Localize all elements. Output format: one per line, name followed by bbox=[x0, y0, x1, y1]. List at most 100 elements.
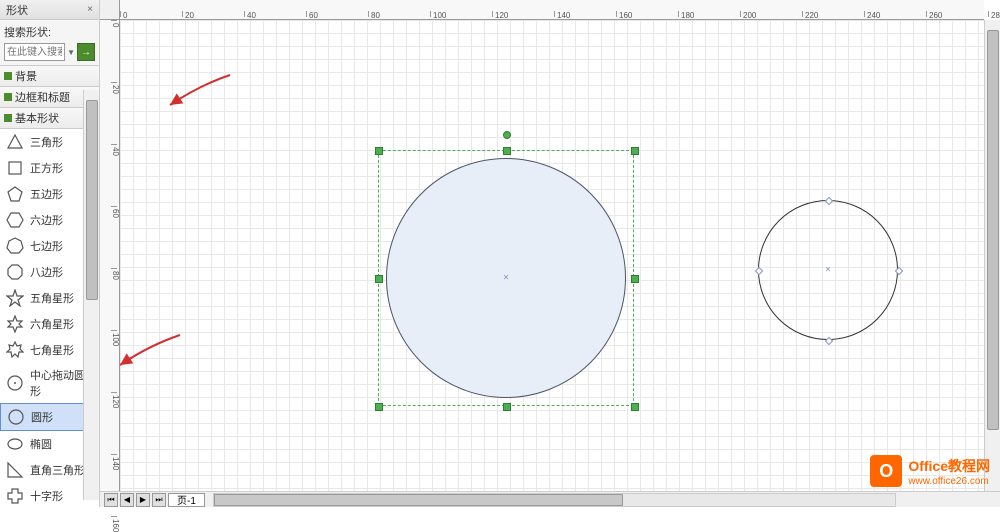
ruler-tick: 100 bbox=[430, 11, 446, 17]
ellipse-icon bbox=[6, 435, 24, 453]
selection-handle[interactable] bbox=[375, 403, 383, 411]
selection-handle[interactable] bbox=[631, 147, 639, 155]
expand-icon bbox=[4, 72, 12, 80]
ruler-tick: 120 bbox=[492, 11, 508, 17]
ruler-tick: 240 bbox=[864, 11, 880, 17]
first-page-button[interactable]: ⏮ bbox=[104, 493, 118, 507]
shape-label: 八边形 bbox=[30, 264, 63, 280]
scroll-thumb[interactable] bbox=[86, 100, 98, 300]
circle-icon bbox=[7, 408, 25, 426]
drawing-canvas[interactable]: × × bbox=[120, 20, 984, 491]
shape-label: 椭圆 bbox=[30, 436, 52, 452]
shape-label: 直角三角形 bbox=[30, 462, 85, 478]
watermark-icon: O bbox=[870, 455, 902, 487]
category-item[interactable]: 背景 bbox=[0, 66, 99, 87]
selection-handle[interactable] bbox=[631, 275, 639, 283]
square-icon bbox=[6, 159, 24, 177]
ruler-tick: 60 bbox=[306, 11, 318, 17]
main-circle-shape[interactable]: × bbox=[386, 158, 626, 398]
expand-icon bbox=[4, 93, 12, 101]
vertical-ruler: 020406080100120140160 bbox=[100, 20, 120, 491]
panel-scrollbar[interactable] bbox=[83, 90, 99, 500]
watermark: O Office教程网 www.office26.com bbox=[870, 455, 990, 487]
ruler-tick: 140 bbox=[111, 454, 117, 470]
page-tab[interactable]: 页-1 bbox=[168, 493, 205, 507]
shape-label: 十字形 bbox=[30, 488, 63, 504]
ruler-tick: 20 bbox=[182, 11, 194, 17]
shape-label: 正方形 bbox=[30, 160, 63, 176]
ruler-tick: 120 bbox=[111, 392, 117, 408]
search-button[interactable]: → bbox=[77, 43, 95, 61]
selection-handle[interactable] bbox=[503, 403, 511, 411]
search-label: 搜索形状: bbox=[4, 24, 95, 40]
ruler-tick: 200 bbox=[740, 11, 756, 17]
ruler-tick: 160 bbox=[616, 11, 632, 17]
rotation-handle[interactable] bbox=[503, 131, 511, 139]
category-label: 基本形状 bbox=[15, 110, 59, 126]
shape-label: 五边形 bbox=[30, 186, 63, 202]
page-navigation: ⏮ ◀ ▶ ⏭ 页-1 bbox=[100, 493, 209, 507]
ruler-tick: 60 bbox=[111, 206, 117, 218]
ruler-tick: 100 bbox=[111, 330, 117, 346]
horizontal-ruler: 0204060801001201401601802002202402602803… bbox=[120, 0, 984, 20]
dropdown-icon[interactable]: ▼ bbox=[67, 48, 75, 57]
selection-handle[interactable] bbox=[375, 147, 383, 155]
shape-label: 六边形 bbox=[30, 212, 63, 228]
center-marker: × bbox=[503, 273, 509, 284]
horizontal-scrollbar[interactable] bbox=[213, 493, 896, 507]
triangle-icon bbox=[6, 133, 24, 151]
ruler-tick: 80 bbox=[368, 11, 380, 17]
shape-label: 五角星形 bbox=[30, 290, 74, 306]
star7-icon bbox=[6, 341, 24, 359]
panel-header: 形状 × bbox=[0, 0, 99, 20]
expand-icon bbox=[4, 114, 12, 122]
pentagon-icon bbox=[6, 185, 24, 203]
star5-icon bbox=[6, 289, 24, 307]
octagon-icon bbox=[6, 263, 24, 281]
cross-icon bbox=[6, 487, 24, 505]
ruler-tick: 0 bbox=[111, 20, 117, 27]
circle-drag-icon bbox=[6, 374, 24, 392]
close-icon[interactable]: × bbox=[87, 4, 93, 15]
center-marker: × bbox=[825, 265, 831, 276]
ruler-tick: 20 bbox=[111, 82, 117, 94]
ruler-tick: 80 bbox=[111, 268, 117, 280]
ruler-tick: 160 bbox=[111, 516, 117, 532]
last-page-button[interactable]: ⏭ bbox=[152, 493, 166, 507]
search-input[interactable] bbox=[4, 43, 65, 61]
prev-page-button[interactable]: ◀ bbox=[120, 493, 134, 507]
secondary-circle-shape[interactable]: × bbox=[758, 200, 898, 340]
bottom-bar: ⏮ ◀ ▶ ⏭ 页-1 bbox=[100, 491, 1000, 507]
selection-handle[interactable] bbox=[503, 147, 511, 155]
scroll-thumb[interactable] bbox=[987, 30, 999, 430]
hexagon-icon bbox=[6, 211, 24, 229]
ruler-tick: 180 bbox=[678, 11, 694, 17]
ruler-tick: 260 bbox=[926, 11, 942, 17]
ruler-tick: 140 bbox=[554, 11, 570, 17]
ruler-tick: 220 bbox=[802, 11, 818, 17]
shape-label: 三角形 bbox=[30, 134, 63, 150]
shapes-panel: 形状 × 搜索形状: ▼ → 背景边框和标题基本形状 三角形正方形五边形六边形七… bbox=[0, 0, 100, 507]
ruler-tick: 40 bbox=[111, 144, 117, 156]
heptagon-icon bbox=[6, 237, 24, 255]
star6-icon bbox=[6, 315, 24, 333]
category-label: 边框和标题 bbox=[15, 89, 70, 105]
shape-label: 七角星形 bbox=[30, 342, 74, 358]
ruler-tick: 40 bbox=[244, 11, 256, 17]
watermark-title: Office教程网 bbox=[908, 456, 990, 476]
selection-handle[interactable] bbox=[631, 403, 639, 411]
right-triangle-icon bbox=[6, 461, 24, 479]
panel-title: 形状 bbox=[6, 2, 28, 18]
ruler-tick: 0 bbox=[120, 11, 127, 17]
canvas-scrollbar-vertical[interactable] bbox=[984, 20, 1000, 491]
watermark-url: www.office26.com bbox=[908, 476, 990, 487]
shape-label: 七边形 bbox=[30, 238, 63, 254]
shape-label: 圆形 bbox=[31, 409, 53, 425]
search-area: 搜索形状: ▼ → bbox=[0, 20, 99, 66]
selection-handle[interactable] bbox=[375, 275, 383, 283]
canvas-area: 0204060801001201401601802002202402602803… bbox=[100, 0, 1000, 491]
scroll-thumb[interactable] bbox=[214, 494, 623, 506]
next-page-button[interactable]: ▶ bbox=[136, 493, 150, 507]
ruler-tick: 280 bbox=[988, 11, 1000, 17]
ruler-corner bbox=[100, 0, 120, 20]
